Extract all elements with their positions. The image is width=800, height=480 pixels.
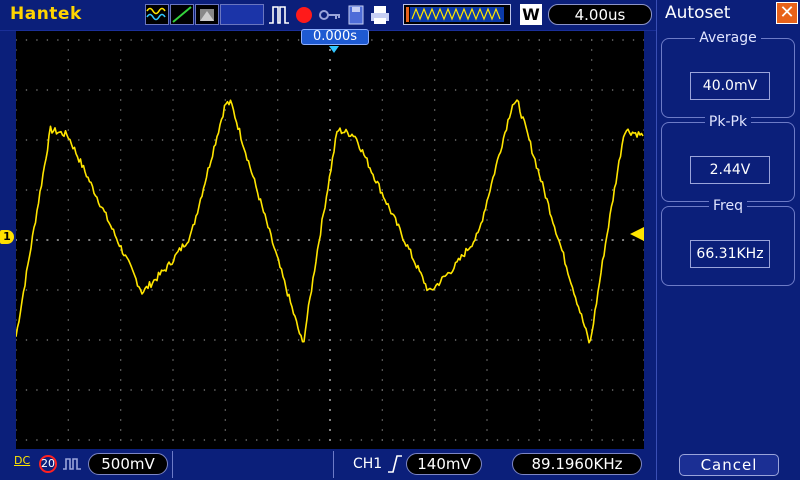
acquire-mode-badge[interactable]: W <box>520 4 542 25</box>
trigger-edge-icon[interactable] <box>170 4 194 25</box>
measurement-freq: Freq 66.31KHz <box>661 198 795 286</box>
panel-title: Autoset <box>665 3 731 23</box>
trigger-rise-icon <box>388 455 402 473</box>
measurement-pk-pk: Pk-Pk 2.44V <box>661 114 795 202</box>
ch1-marker-icon[interactable]: 1 <box>0 230 14 244</box>
frequency-counter-readout: 89.1960KHz <box>512 453 642 475</box>
display-icon[interactable] <box>195 4 219 25</box>
autoset-panel: Autoset ✕ Average 40.0mV Pk-Pk 2.44V Fre… <box>656 0 800 480</box>
key-icon[interactable] <box>318 5 342 25</box>
bottom-spacer <box>172 451 334 478</box>
bandwidth-limit-badge: 20 <box>39 455 57 473</box>
blank-status-slot <box>220 4 264 25</box>
printer-icon[interactable] <box>369 4 391 26</box>
trigger-position-readout: 0.000s <box>301 29 369 45</box>
measurement-average: Average 40.0mV <box>661 30 795 118</box>
trigger-source-label: CH1 <box>353 456 383 472</box>
cancel-button[interactable]: Cancel <box>679 454 779 476</box>
trigger-level-marker-icon[interactable] <box>630 227 644 241</box>
pulse-icon[interactable] <box>268 4 290 25</box>
close-button[interactable]: ✕ <box>776 2 798 24</box>
waveform-display[interactable] <box>16 31 644 449</box>
measurement-label: Average <box>695 30 761 46</box>
waveform-icon[interactable] <box>145 4 169 25</box>
measurement-value: 66.31KHz <box>690 240 770 268</box>
graticule <box>16 39 644 441</box>
ch1-scale-readout[interactable]: 500mV <box>88 453 168 475</box>
save-icon[interactable] <box>346 4 366 26</box>
top-status-bar: Hantek W 4.00us <box>0 0 656 31</box>
brand-logo: Hantek <box>10 4 82 24</box>
run-stop-icon[interactable] <box>294 5 314 25</box>
bottom-status-bar: DC 20 500mV CH1 140mV 89.1960KHz <box>0 449 656 480</box>
measurement-value: 40.0mV <box>690 72 770 100</box>
measurement-value: 2.44V <box>690 156 770 184</box>
measurement-label: Freq <box>709 198 747 214</box>
ch1-waveform-trace <box>16 99 644 344</box>
right-rail <box>644 31 656 449</box>
measurement-label: Pk-Pk <box>704 114 752 130</box>
memory-waveform-icon <box>403 4 511 25</box>
trigger-level-readout[interactable]: 140mV <box>406 453 482 475</box>
coupling-indicator: DC <box>14 454 31 467</box>
pulse-icon <box>63 458 81 470</box>
timebase-readout[interactable]: 4.00us <box>548 4 652 25</box>
